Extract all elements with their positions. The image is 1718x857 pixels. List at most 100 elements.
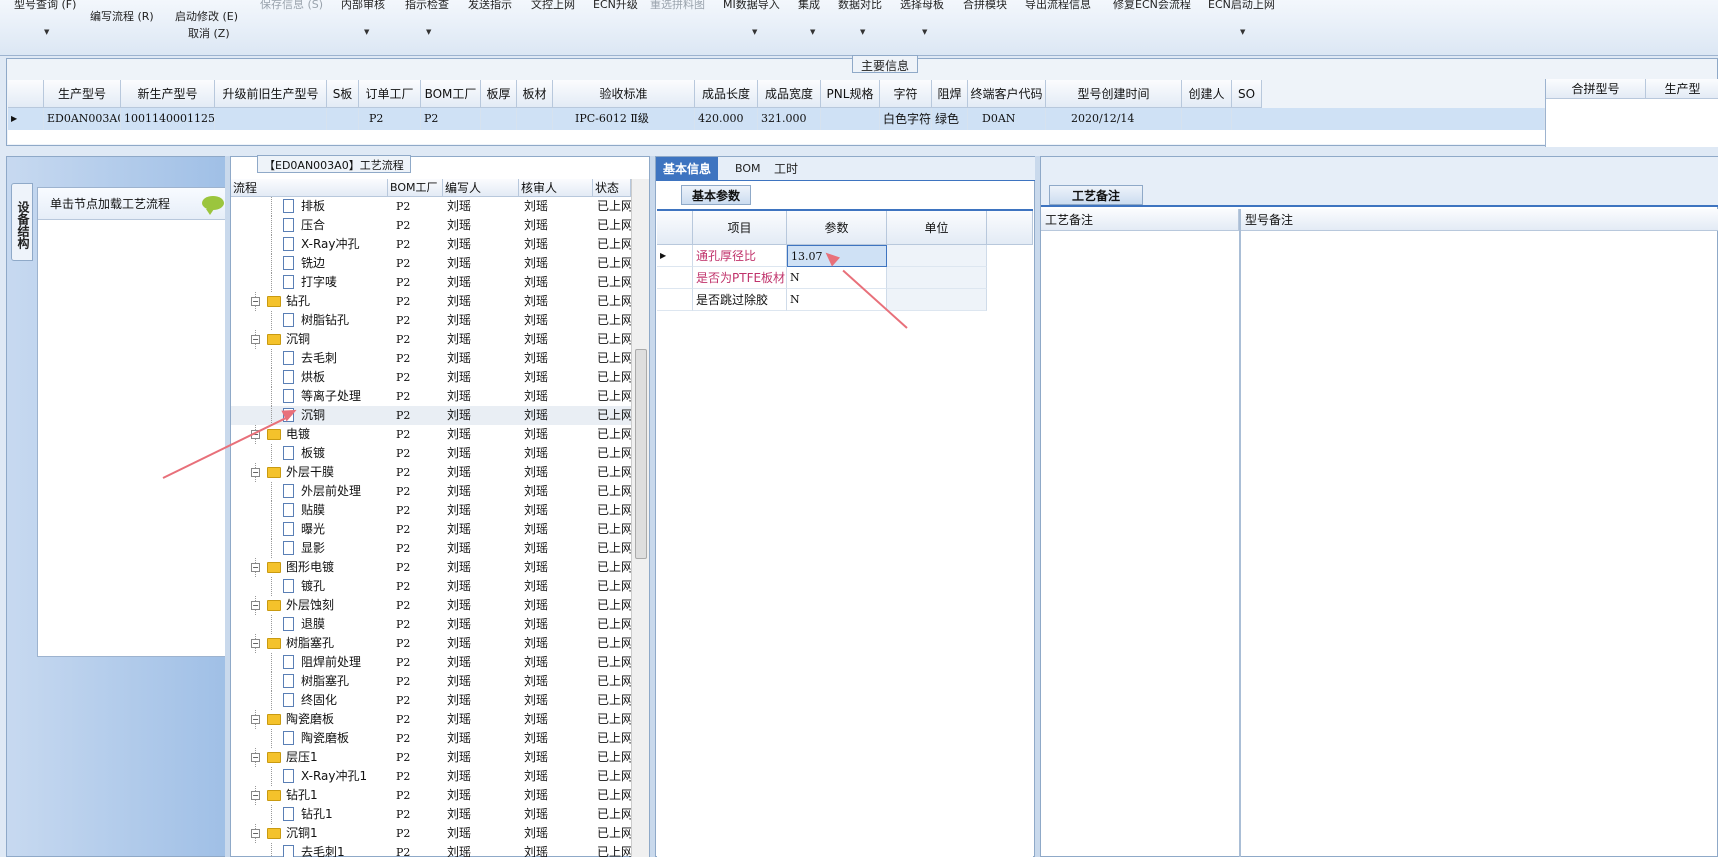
load-flow-header[interactable]: 单击节点加载工艺流程 xyxy=(38,188,230,220)
col-header[interactable]: 阻焊 xyxy=(932,80,968,108)
col-header[interactable]: 生产型 xyxy=(1646,79,1718,99)
toolbar-select-mother[interactable]: 选择母板 xyxy=(900,0,944,12)
toolbar-doc-online[interactable]: 文控上网 xyxy=(531,0,575,12)
dropdown-arrow-icon[interactable]: ▼ xyxy=(752,28,757,36)
cell-creator[interactable] xyxy=(1182,108,1232,130)
toolbar-integrate[interactable]: 集成 xyxy=(798,0,820,12)
col-header[interactable]: 流程 xyxy=(231,179,388,197)
cell-thickness[interactable] xyxy=(481,108,517,130)
col-header[interactable]: 终端客户代码 xyxy=(968,80,1046,108)
col-header[interactable]: 项目 xyxy=(693,211,787,245)
tree-scrollbar[interactable] xyxy=(631,179,649,857)
tree-step-node[interactable]: 陶瓷磨板 P2 刘瑶 刘瑶 已上网 xyxy=(231,729,631,748)
tree-folder-node[interactable]: − 钻孔1 P2 刘瑶 刘瑶 已上网 xyxy=(231,786,631,805)
dropdown-arrow-icon[interactable]: ▼ xyxy=(860,28,865,36)
col-header[interactable]: 成品长度 xyxy=(695,80,758,108)
col-header[interactable]: 生产型号 xyxy=(44,80,121,108)
tab-bom[interactable]: BOM xyxy=(728,157,768,181)
tree-step-node[interactable]: 钻孔1 P2 刘瑶 刘瑶 已上网 xyxy=(231,805,631,824)
col-header[interactable]: 板材 xyxy=(517,80,553,108)
cell-width[interactable]: 321.000 xyxy=(758,108,821,130)
col-header[interactable]: 成品宽度 xyxy=(758,80,821,108)
tree-step-node[interactable]: 退膜 P2 刘瑶 刘瑶 已上网 xyxy=(231,615,631,634)
col-header[interactable]: 工艺备注 xyxy=(1041,209,1239,231)
param-item[interactable]: 通孔厚径比 xyxy=(693,245,787,267)
toolbar-internal-review[interactable]: 内部审核 xyxy=(341,0,385,12)
row-indicator[interactable]: ▶ xyxy=(657,245,693,267)
row-indicator[interactable] xyxy=(657,289,693,311)
tree-folder-node[interactable]: − 电镀 P2 刘瑶 刘瑶 已上网 xyxy=(231,425,631,444)
dropdown-arrow-icon[interactable]: ▼ xyxy=(44,28,49,36)
collapse-icon[interactable]: − xyxy=(251,829,260,838)
col-header[interactable]: 型号创建时间 xyxy=(1046,80,1182,108)
col-header[interactable]: 核审人 xyxy=(519,179,593,197)
col-header[interactable]: S板 xyxy=(327,80,359,108)
param-unit[interactable] xyxy=(887,245,987,267)
col-header[interactable]: SO xyxy=(1232,80,1262,108)
row-indicator[interactable] xyxy=(657,267,693,289)
param-value[interactable]: N xyxy=(787,267,887,289)
col-header[interactable]: 新生产型号 xyxy=(121,80,215,108)
toolbar-ecn-upgrade[interactable]: ECN升级 xyxy=(593,0,638,12)
tree-folder-node[interactable]: − 钻孔 P2 刘瑶 刘瑶 已上网 xyxy=(231,292,631,311)
toolbar-ecn-start-online[interactable]: ECN启动上网 xyxy=(1208,0,1275,12)
tree-folder-node[interactable]: − 陶瓷磨板 P2 刘瑶 刘瑶 已上网 xyxy=(231,710,631,729)
cell-so[interactable] xyxy=(1232,108,1545,130)
tree-folder-node[interactable]: − 外层蚀刻 P2 刘瑶 刘瑶 已上网 xyxy=(231,596,631,615)
tree-step-node[interactable]: 镀孔 P2 刘瑶 刘瑶 已上网 xyxy=(231,577,631,596)
tree-step-node[interactable]: 外层前处理 P2 刘瑶 刘瑶 已上网 xyxy=(231,482,631,501)
tree-folder-node[interactable]: − 层压1 P2 刘瑶 刘瑶 已上网 xyxy=(231,748,631,767)
tree-step-node[interactable]: 排板 P2 刘瑶 刘瑶 已上网 xyxy=(231,197,631,216)
toolbar-start-modify[interactable]: 启动修改 (E) xyxy=(175,8,238,24)
tree-step-node[interactable]: 树脂塞孔 P2 刘瑶 刘瑶 已上网 xyxy=(231,672,631,691)
dropdown-arrow-icon[interactable]: ▼ xyxy=(1240,28,1245,36)
col-header[interactable]: 参数 xyxy=(787,211,887,245)
col-header[interactable]: 型号备注 xyxy=(1241,209,1718,231)
col-header[interactable]: 验收标准 xyxy=(553,80,695,108)
toolbar-fix-ecn[interactable]: 修复ECN会流程 xyxy=(1113,0,1191,12)
cell-pnl[interactable] xyxy=(821,108,880,130)
toolbar-data-compare[interactable]: 数据对比 xyxy=(838,0,882,12)
toolbar-export-flow[interactable]: 导出流程信息 xyxy=(1025,0,1091,12)
collapse-icon[interactable]: − xyxy=(251,715,260,724)
cell-s-board[interactable] xyxy=(327,108,359,130)
cell-standard[interactable]: IPC-6012 Ⅱ级 xyxy=(553,108,695,130)
toolbar-write-flow[interactable]: 编写流程 (R) xyxy=(90,8,154,24)
tree-folder-node[interactable]: − 外层干膜 P2 刘瑶 刘瑶 已上网 xyxy=(231,463,631,482)
cell-created-time[interactable]: 2020/12/14 xyxy=(1046,108,1182,130)
collapse-icon[interactable]: − xyxy=(251,639,260,648)
col-header[interactable]: 板厚 xyxy=(481,80,517,108)
row-header-corner[interactable] xyxy=(657,211,693,245)
tab-process-notes[interactable]: 工艺备注 xyxy=(1049,185,1144,205)
tree-folder-node[interactable]: − 沉铜 P2 刘瑶 刘瑶 已上网 xyxy=(231,330,631,349)
cell-length[interactable]: 420.000 xyxy=(695,108,758,130)
param-unit[interactable] xyxy=(887,267,987,289)
toolbar-instruction-check[interactable]: 指示检查 xyxy=(405,0,449,12)
collapse-icon[interactable]: − xyxy=(251,601,260,610)
tree-step-node[interactable]: 终固化 P2 刘瑶 刘瑶 已上网 xyxy=(231,691,631,710)
collapse-icon[interactable]: − xyxy=(251,563,260,572)
tree-step-node[interactable]: 压合 P2 刘瑶 刘瑶 已上网 xyxy=(231,216,631,235)
param-item[interactable]: 是否跳过除胶 xyxy=(693,289,787,311)
dropdown-arrow-icon[interactable]: ▼ xyxy=(426,28,431,36)
toolbar-cancel[interactable]: 取消 (Z) xyxy=(188,25,230,41)
param-item[interactable]: 是否为PTFE板材 xyxy=(693,267,787,289)
row-header-corner[interactable] xyxy=(8,80,44,108)
toolbar-send-instruction[interactable]: 发送指示 xyxy=(468,0,512,12)
col-header[interactable]: BOM工厂 xyxy=(388,179,443,197)
tree-step-node[interactable]: 阻焊前处理 P2 刘瑶 刘瑶 已上网 xyxy=(231,653,631,672)
tree-step-node[interactable]: X-Ray冲孔1 P2 刘瑶 刘瑶 已上网 xyxy=(231,767,631,786)
notes-divider[interactable] xyxy=(1239,209,1241,857)
cell-bom-factory[interactable]: P2 xyxy=(421,108,481,130)
cell-character[interactable]: 白色字符 xyxy=(880,108,932,130)
tree-step-node[interactable]: 树脂钻孔 P2 刘瑶 刘瑶 已上网 xyxy=(231,311,631,330)
tree-step-node[interactable]: 打字唛 P2 刘瑶 刘瑶 已上网 xyxy=(231,273,631,292)
col-header[interactable]: 单位 xyxy=(887,211,987,245)
tree-folder-node[interactable]: − 图形电镀 P2 刘瑶 刘瑶 已上网 xyxy=(231,558,631,577)
collapse-icon[interactable]: − xyxy=(251,297,260,306)
tree-step-node[interactable]: 等离子处理 P2 刘瑶 刘瑶 已上网 xyxy=(231,387,631,406)
dropdown-arrow-icon[interactable]: ▼ xyxy=(922,28,927,36)
cell-customer-code[interactable]: D0AN xyxy=(968,108,1046,130)
tree-step-node[interactable]: X-Ray冲孔 P2 刘瑶 刘瑶 已上网 xyxy=(231,235,631,254)
tree-folder-node[interactable]: − 树脂塞孔 P2 刘瑶 刘瑶 已上网 xyxy=(231,634,631,653)
